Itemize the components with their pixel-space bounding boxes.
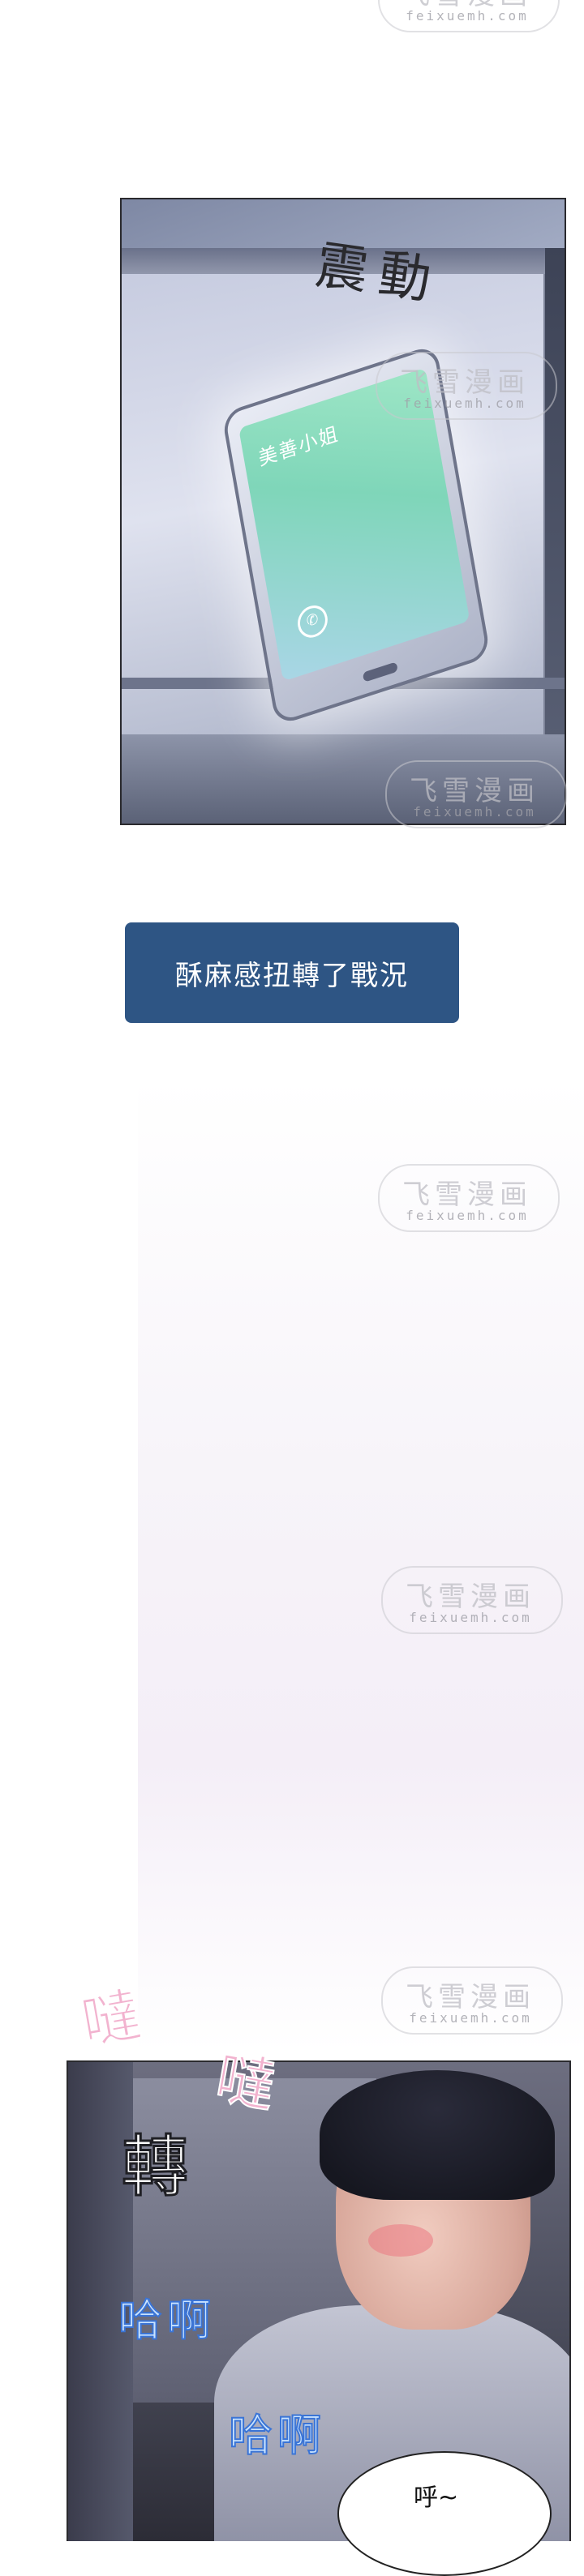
watermark-mid-2: 飞雪漫画 feixuemh.com [375,1560,566,1637]
speech-bubble: 呼~ [337,2451,552,2576]
watermark-cn: 飞雪漫画 [406,1981,535,2013]
watermark-panel1-lower: 飞雪漫画 feixuemh.com [379,754,570,832]
watermark-cn: 飞雪漫画 [410,775,539,807]
watermark-en: feixuemh.com [409,2010,532,2026]
watermark-en: feixuemh.com [406,8,529,24]
sfx-pant-1: 哈啊 [118,2294,216,2347]
watermark-mid-1: 飞雪漫画 feixuemh.com [371,1157,563,1235]
watermark-en: feixuemh.com [406,1208,529,1223]
watermark-panel1-upper: 飞雪漫画 feixuemh.com [369,345,560,423]
caption-text: 酥麻感扭轉了戰況 [175,959,409,992]
sfx-turn: 轉 [120,2128,189,2207]
watermark-cn: 飞雪漫画 [400,366,530,399]
watermark-mid-3: 飞雪漫画 feixuemh.com [375,1960,566,2038]
home-button [362,661,398,683]
narration-caption: 酥麻感扭轉了戰況 [125,922,459,1023]
character-blush [368,2224,433,2257]
watermark-top: 飞雪漫画 feixuemh.com [371,0,563,36]
watermark-en: feixuemh.com [409,1610,532,1625]
panel-phone-vibrating: 美善小姐 ✆ 震動 [120,198,566,825]
caller-name: 美善小姐 [256,421,341,471]
watermark-cn: 飞雪漫画 [406,1581,535,1613]
phone-icon: ✆ [295,601,330,642]
sfx-pant-2: 哈啊 [228,2409,326,2462]
character-hair [320,2070,555,2200]
sfx-pink-1: 噠 [75,1979,147,2058]
watermark-cn: 飞雪漫画 [402,1179,532,1211]
watermark-en: feixuemh.com [403,396,526,411]
watermark-en: feixuemh.com [413,804,536,819]
speech-text: 呼~ [414,2484,459,2512]
